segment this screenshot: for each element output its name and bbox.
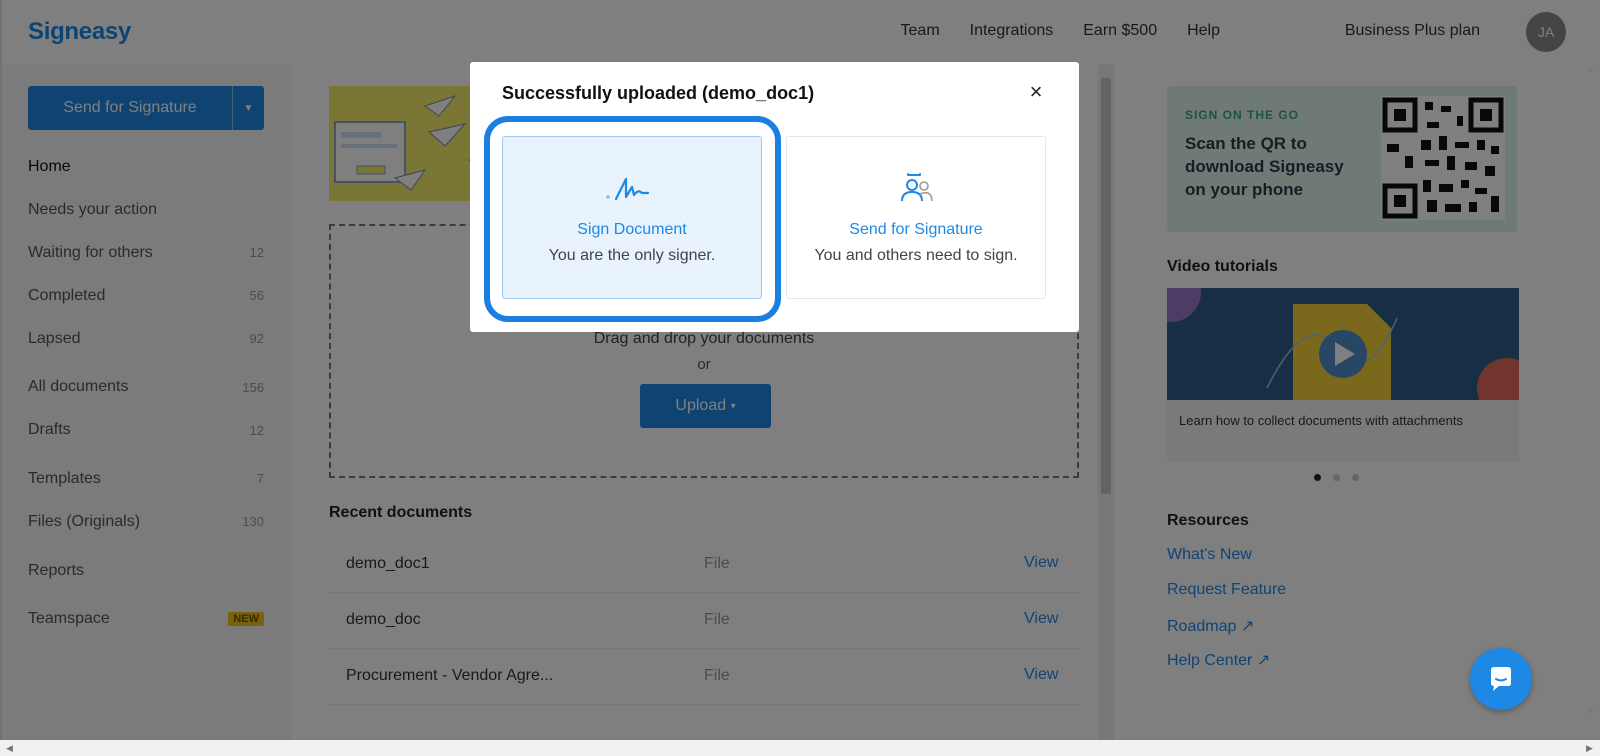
horizontal-scrollbar[interactable]: ◀ ▶ [0,740,1600,756]
chat-icon [1491,667,1511,691]
signature-icon [503,171,761,205]
upload-success-modal: Successfully uploaded (demo_doc1) × Sign… [470,62,1079,332]
send-for-signature-subtitle: You and others need to sign. [814,247,1018,264]
sign-document-title: Sign Document [577,221,687,238]
sign-document-option[interactable]: Sign Document You are the only signer. [502,136,762,299]
scroll-down-icon[interactable]: ▼ [1586,706,1595,716]
close-icon[interactable]: × [1024,79,1048,104]
scroll-right-icon[interactable]: ▶ [1586,743,1593,754]
multi-user-icon [787,171,1045,205]
send-for-signature-title: Send for Signature [849,221,983,238]
scroll-left-icon[interactable]: ◀ [6,743,13,754]
modal-title: Successfully uploaded (demo_doc1) [502,83,815,103]
scroll-up-icon[interactable]: ▲ [1586,64,1595,74]
send-for-signature-option[interactable]: Send for Signature You and others need t… [786,136,1046,299]
chat-button[interactable] [1470,648,1532,710]
sign-document-subtitle: You are the only signer. [548,247,716,264]
